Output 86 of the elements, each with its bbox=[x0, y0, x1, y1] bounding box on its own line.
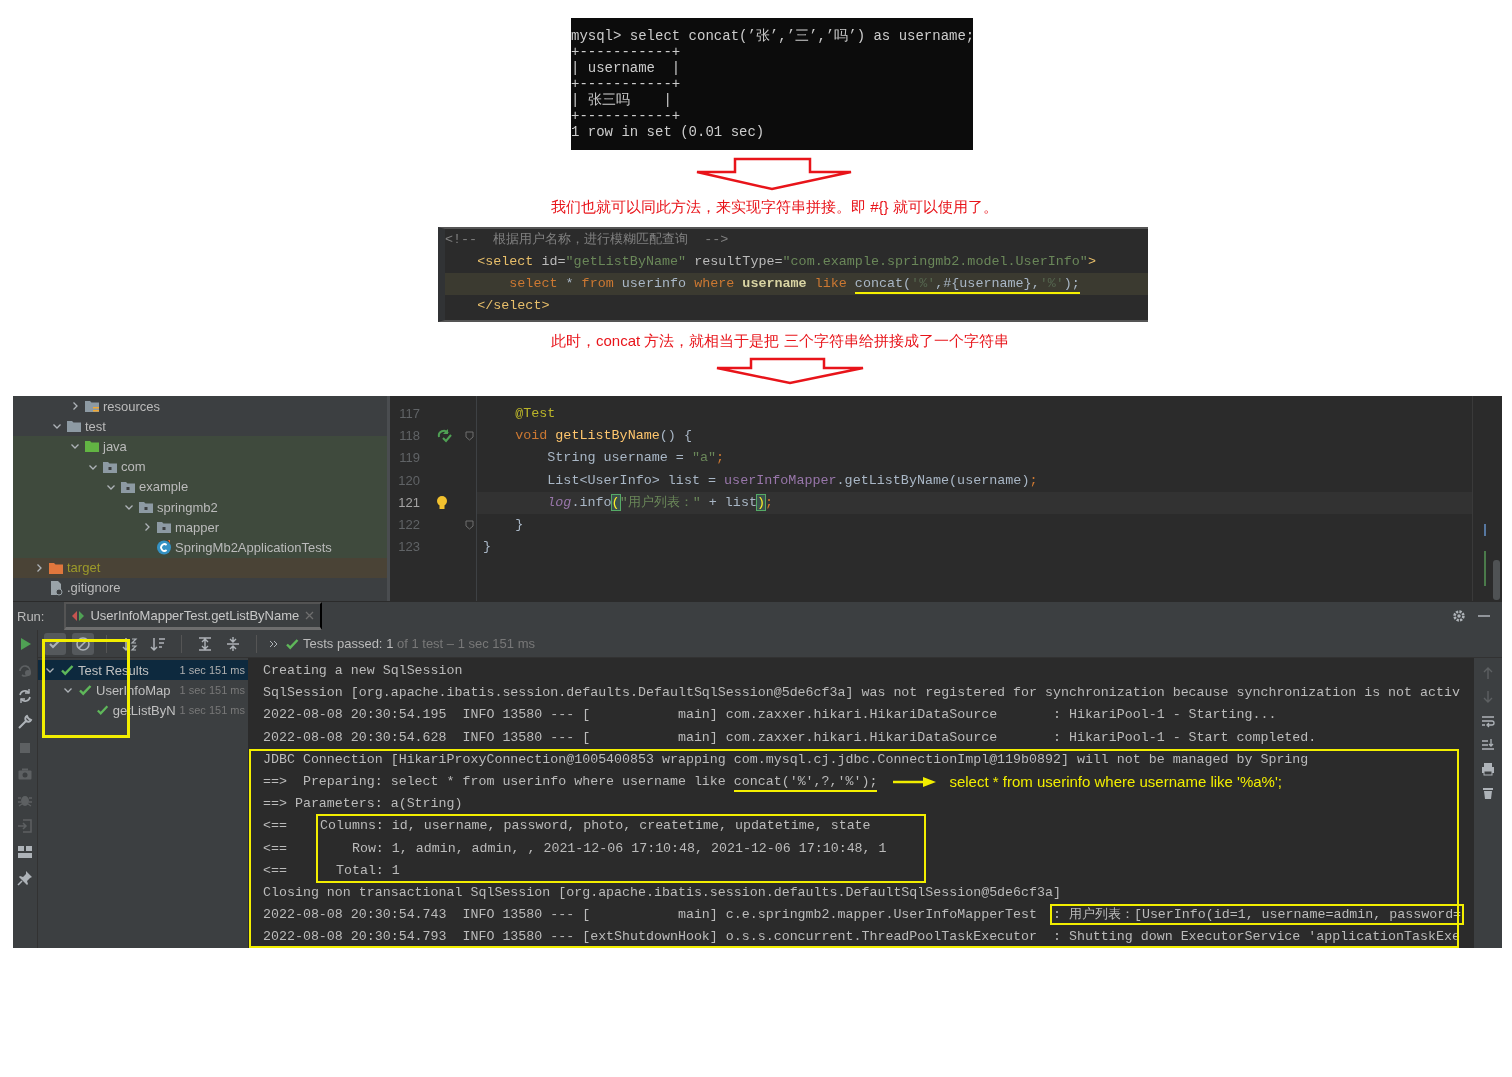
code-line: void getListByName() { bbox=[514, 427, 693, 446]
tree-item-label[interactable]: com bbox=[121, 459, 146, 475]
line-number: 119 bbox=[398, 449, 420, 468]
refresh-icon[interactable] bbox=[17, 688, 33, 704]
tree-item-label[interactable]: example bbox=[139, 479, 189, 495]
package-icon bbox=[138, 499, 154, 516]
console-line: Row: 1, admin, admin, , 2021-12-06 17:10:48, 2021-12-06 17:10:48, 1 bbox=[350, 839, 887, 858]
console-line: Total: 1 bbox=[334, 861, 401, 880]
line-number: 120 bbox=[397, 471, 420, 490]
console-line: 2022-08-08 20:30:54.743 INFO 13580 --- [ main] c.e.springmb2.mapper.UserInfoMapperTest bbox=[263, 907, 1038, 923]
lightbulb-icon[interactable] bbox=[436, 494, 448, 511]
panel-label: Run: bbox=[17, 608, 45, 624]
code-line: <!-- 根据用户名称，进行模糊匹配查询 --> bbox=[445, 231, 730, 249]
settings-icon[interactable] bbox=[1452, 609, 1466, 623]
code-line: <select id="getListByName" resultType="com.example.springmb2.model.UserInfo"> bbox=[476, 253, 1097, 271]
scroll-marker bbox=[1484, 551, 1486, 586]
tree-item-label[interactable]: SpringMb2ApplicationTests bbox=[175, 539, 332, 555]
file-icon bbox=[48, 579, 64, 596]
console-text: <== bbox=[263, 861, 288, 880]
annotation-note: select * from userinfo where username like '%a%'; bbox=[949, 771, 1282, 792]
check-icon bbox=[96, 703, 109, 717]
line-number: 121 bbox=[397, 493, 420, 512]
tree-item-label[interactable]: springmb2 bbox=[157, 499, 218, 515]
scroll-to-end-icon[interactable] bbox=[1481, 738, 1495, 752]
terminal-line: | username | bbox=[571, 60, 682, 76]
chevron-double-right-icon[interactable] bbox=[269, 638, 279, 649]
console-text: <== bbox=[263, 839, 288, 858]
test-duration: 1 sec 151 ms bbox=[179, 704, 245, 716]
run-tab[interactable]: UserInfoMapperTest.getListByName bbox=[64, 602, 323, 630]
line-number: 122 bbox=[397, 515, 420, 534]
caption: 我们也就可以同此方法，来实现字符串拼接。即 #{} 就可以使用了。 bbox=[551, 197, 998, 217]
pin-icon[interactable] bbox=[17, 870, 33, 886]
caption: 此时，concat 方法，就相当于是把 三个字符串给拼接成了一个字符串 bbox=[551, 331, 1009, 351]
scrollbar[interactable] bbox=[1493, 560, 1500, 600]
terminal-line: +-----------+ bbox=[571, 76, 682, 92]
console-line: 2022-08-08 20:30:54.793 INFO 13580 --- [extShutdownHook] o.s.s.concurrent.ThreadPoolTaskExecutor : Shutting down ExecutorService 'applicationTaskExe bbox=[263, 928, 1459, 947]
code-line: List<UserInfo> list = userInfoMapper.getListByName(username); bbox=[546, 471, 1039, 490]
soft-wrap-icon[interactable] bbox=[1481, 714, 1495, 728]
console-line: Creating a new SqlSession bbox=[262, 662, 464, 680]
print-icon[interactable] bbox=[1481, 762, 1495, 776]
class-icon bbox=[156, 539, 172, 556]
annotation-arrow bbox=[893, 776, 938, 789]
console-line: ==> Parameters: a(String) bbox=[263, 795, 464, 814]
code-line: </select> bbox=[476, 297, 551, 315]
tree-item-label[interactable]: mapper bbox=[175, 519, 220, 535]
scroll-marker bbox=[1484, 524, 1486, 536]
tree-item-label[interactable]: java bbox=[103, 438, 127, 454]
test-duration: 1 sec 151 ms bbox=[179, 684, 245, 696]
trash-icon[interactable] bbox=[1481, 786, 1495, 800]
check-icon bbox=[78, 683, 92, 697]
console-line: 2022-08-08 20:30:54.195 INFO 13580 --- [ main] com.zaxxer.hikari.HikariDataSource : HikariPool-1 - Starting... bbox=[262, 706, 1278, 725]
terminal-line: | 张三吗 | bbox=[571, 92, 673, 108]
console-line: Columns: id, username, password, photo, createtime, updatetime, state bbox=[320, 817, 872, 836]
tree-item-label[interactable]: target bbox=[67, 560, 101, 576]
folder-icon bbox=[84, 438, 100, 455]
console-line: SqlSession [org.apache.ibatis.session.defaults.DefaultSqlSession@5de6cf3a] was not registered for synchronization because synchronization is not activ bbox=[262, 684, 1461, 703]
console-line: Closing non transactional SqlSession [org.apache.ibatis.session.defaults.DefaultSqlSession@5de6cf3a] bbox=[263, 883, 1062, 902]
check-icon bbox=[60, 663, 74, 677]
console-text: <== bbox=[263, 817, 288, 836]
line-number: 117 bbox=[398, 405, 420, 423]
console-line: 2022-08-08 20:30:54.628 INFO 13580 --- [ main] com.zaxxer.hikari.HikariDataSource : HikariPool-1 - Start completed. bbox=[262, 728, 1318, 747]
line-number: 123 bbox=[397, 538, 420, 557]
tree-item-label[interactable]: resources bbox=[103, 398, 161, 414]
code-line: String username = "a"; bbox=[546, 449, 726, 468]
run-icon[interactable] bbox=[436, 428, 452, 445]
code-line: } bbox=[514, 515, 525, 534]
layout-icon[interactable] bbox=[17, 844, 33, 860]
terminal-line: mysql> select concat(’张’,’三’,’吗’) as username; bbox=[571, 28, 973, 44]
terminal-line: +-----------+ bbox=[571, 44, 682, 60]
console-line: JDBC Connection [HikariProxyConnection@1005400853 wrapping com.mysql.cj.jdbc.ConnectionImpl@119b0892] will not be managed by Spring bbox=[263, 750, 1310, 769]
check-icon bbox=[285, 636, 299, 651]
test-status: Tests passed: 1 of 1 test – 1 sec 151 ms bbox=[303, 636, 535, 651]
console-line: ==> Preparing: select * from userinfo where username like concat('%',?,'%'); bbox=[263, 770, 878, 794]
package-icon bbox=[156, 519, 172, 536]
wrench-icon[interactable] bbox=[17, 714, 33, 730]
line-number: 118 bbox=[398, 427, 420, 446]
code-line: @Test bbox=[514, 405, 557, 423]
tree-item-label[interactable]: test bbox=[85, 418, 106, 434]
terminal-line: +-----------+ bbox=[571, 108, 682, 124]
tree-item-label[interactable]: .gitignore bbox=[67, 580, 121, 596]
folder-icon bbox=[66, 418, 82, 435]
code-line: } bbox=[482, 538, 493, 557]
test-duration: 1 sec 151 ms bbox=[179, 664, 245, 676]
test-run-icon bbox=[72, 609, 85, 622]
resources-folder-icon bbox=[84, 398, 100, 415]
terminal-line: 1 row in set (0.01 sec) bbox=[571, 124, 766, 140]
